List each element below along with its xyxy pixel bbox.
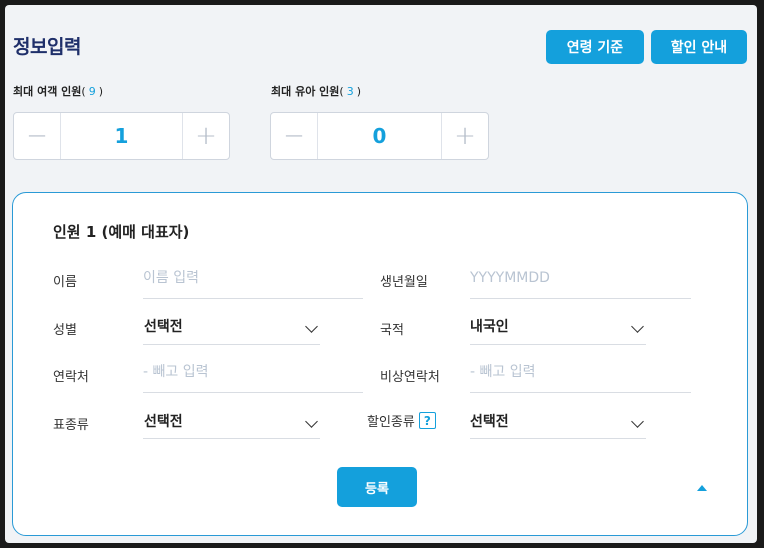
chevron-down-icon[interactable] (305, 320, 318, 333)
adult-increment-button[interactable]: + (182, 113, 229, 159)
nationality-select[interactable]: 내국인 (470, 316, 509, 336)
chevron-down-icon[interactable] (631, 415, 644, 428)
name-underline (143, 298, 363, 299)
emergency-phone-label: 비상연락처 (380, 370, 440, 385)
ticket-type-label: 표종류 (53, 418, 89, 433)
birthdate-input[interactable] (470, 265, 680, 291)
infant-count-label-text: 최대 유아 인원 (271, 85, 340, 98)
discount-type-select[interactable]: 선택전 (470, 411, 509, 431)
emergency-phone-input[interactable] (470, 359, 680, 385)
adult-count-stepper: − 1 + (13, 112, 230, 160)
phone-input[interactable] (143, 359, 353, 385)
infant-count-stepper: − 0 + (270, 112, 489, 160)
infant-max-count: 3 (346, 85, 354, 98)
discount-info-button[interactable]: 할인 안내 (651, 30, 747, 64)
ticket-type-select[interactable]: 선택전 (144, 411, 183, 431)
discount-type-label-text: 할인종류 (367, 415, 415, 430)
help-icon[interactable]: ? (418, 412, 436, 429)
gender-underline (143, 344, 320, 345)
phone-label: 연락처 (53, 370, 89, 385)
age-criteria-button[interactable]: 연령 기준 (546, 30, 644, 64)
register-button[interactable]: 등록 (337, 467, 417, 507)
adult-count-label-text: 최대 여객 인원 (13, 85, 82, 98)
adult-count-value: 1 (114, 124, 129, 148)
infant-count-label: 최대 유아 인원(3) (271, 83, 361, 99)
paren-close: ) (356, 85, 361, 98)
adult-count-label: 최대 여객 인원(9) (13, 83, 103, 99)
passenger-card-title: 인원 1 (예매 대표자) (53, 223, 190, 241)
discount-type-label: 할인종류 ? (367, 411, 436, 430)
birthdate-underline (470, 298, 691, 299)
infant-count-value: 0 (372, 124, 387, 148)
adult-decrement-button[interactable]: − (14, 113, 61, 159)
discount-type-underline (470, 438, 646, 439)
chevron-down-icon[interactable] (305, 415, 318, 428)
collapse-up-icon[interactable] (697, 485, 707, 491)
nationality-label: 국적 (380, 323, 404, 338)
name-label: 이름 (53, 275, 77, 290)
passenger-info-panel: 정보입력 연령 기준 할인 안내 최대 여객 인원(9) 최대 유아 인원(3)… (5, 5, 757, 543)
gender-select[interactable]: 선택전 (144, 316, 183, 336)
adult-max-count: 9 (88, 85, 96, 98)
gender-label: 성별 (53, 323, 77, 338)
infant-increment-button[interactable]: + (441, 113, 488, 159)
paren-close: ) (98, 85, 103, 98)
page-title: 정보입력 (13, 36, 81, 58)
phone-underline (143, 392, 363, 393)
birthdate-label: 생년월일 (380, 275, 428, 290)
infant-decrement-button[interactable]: − (271, 113, 318, 159)
ticket-type-underline (143, 438, 320, 439)
passenger-card: 인원 1 (예매 대표자) 이름 생년월일 성별 선택전 국적 내국인 연락처 … (12, 192, 748, 536)
nationality-underline (470, 344, 646, 345)
chevron-down-icon[interactable] (631, 320, 644, 333)
emergency-phone-underline (470, 392, 691, 393)
name-input[interactable] (143, 265, 353, 291)
